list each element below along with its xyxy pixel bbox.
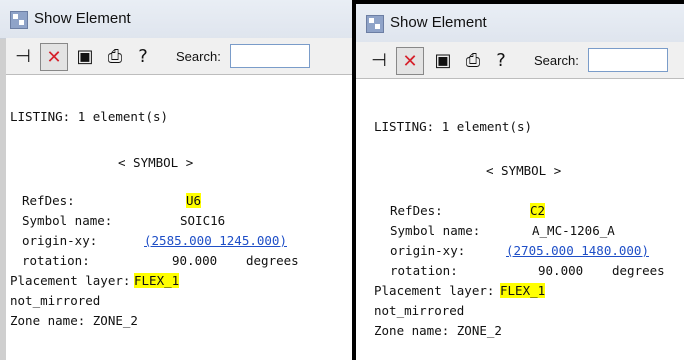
app-icon [10,11,28,29]
origin-link[interactable]: (2585.000 1245.000) [144,233,287,248]
close-icon[interactable]: ✕ [396,47,424,75]
element-listing: LISTING: 1 element(s) < SYMBOL > RefDes:… [6,75,352,360]
search-label: Search: [534,53,579,68]
placement-value: FLEX_1 [500,283,546,298]
refdes-value: C2 [530,203,546,218]
symbol-name-label: Symbol name: [22,213,113,228]
print-icon[interactable]: ⎙ [102,43,128,69]
element-listing: LISTING: 1 element(s) < SYMBOL > RefDes:… [356,79,684,360]
symbol-name-label: Symbol name: [390,223,481,238]
zone-name: Zone name: ZONE_2 [10,313,138,328]
mirror-status: not_mirrored [10,293,101,308]
mirror-status: not_mirrored [374,303,465,318]
origin-label: origin-xy: [390,243,466,258]
rotation-label: rotation: [390,263,458,278]
origin-link[interactable]: (2705.000 1480.000) [506,243,649,258]
refdes-label: RefDes: [390,203,443,218]
toolbar: ⊣ ✕ ▣ ⎙ ? Search: [6,38,352,75]
listing-header: LISTING: 1 element(s) [374,119,533,134]
window-title: Show Element [34,10,131,27]
toolbar: ⊣ ✕ ▣ ⎙ ? Search: [356,42,684,79]
help-icon[interactable]: ? [130,43,156,69]
pin-icon[interactable]: ⊣ [10,43,36,69]
symbol-name-value: A_MC-1206_A [532,223,615,238]
section-header: < SYMBOL > [486,163,562,178]
rotation-value: 90.000 [538,263,584,278]
rotation-label: rotation: [22,253,90,268]
print-icon[interactable]: ⎙ [460,47,486,73]
save-icon[interactable]: ▣ [430,47,456,73]
title-bar[interactable]: Show Element [0,0,352,39]
placement-value: FLEX_1 [134,273,180,288]
search-input[interactable] [588,48,668,72]
search-input[interactable] [230,44,310,68]
rotation-value: 90.000 [172,253,218,268]
show-element-window-2: Show Element ⊣ ✕ ▣ ⎙ ? Search: LISTING: … [356,4,684,360]
placement-label: Placement layer: [374,283,495,298]
title-bar[interactable]: Show Element [356,4,684,43]
window-title: Show Element [390,14,487,31]
rotation-unit: degrees [612,263,665,278]
pin-icon[interactable]: ⊣ [366,47,392,73]
refdes-label: RefDes: [22,193,75,208]
placement-label: Placement layer: [10,273,131,288]
refdes-value: U6 [186,193,202,208]
symbol-name-value: SOIC16 [180,213,226,228]
show-element-window-1: Show Element ⊣ ✕ ▣ ⎙ ? Search: LISTING: … [0,0,352,360]
app-icon [366,15,384,33]
rotation-unit: degrees [246,253,299,268]
zone-name: Zone name: ZONE_2 [374,323,502,338]
help-icon[interactable]: ? [488,47,514,73]
close-icon[interactable]: ✕ [40,43,68,71]
search-label: Search: [176,49,221,64]
save-icon[interactable]: ▣ [72,43,98,69]
listing-header: LISTING: 1 element(s) [10,109,169,124]
section-header: < SYMBOL > [118,155,194,170]
origin-label: origin-xy: [22,233,98,248]
